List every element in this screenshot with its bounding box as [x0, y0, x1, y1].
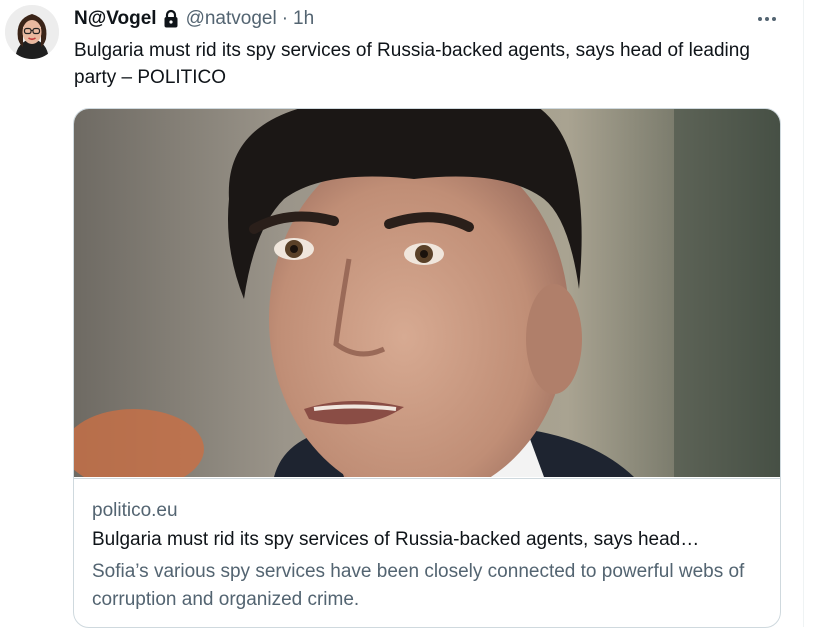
timeline-border	[803, 0, 804, 627]
display-name[interactable]: N@Vogel	[74, 8, 157, 30]
more-horizontal-icon	[758, 17, 762, 21]
more-dot	[765, 17, 769, 21]
timestamp[interactable]: 1h	[293, 8, 314, 30]
card-domain: politico.eu	[92, 500, 178, 521]
card-description: Sofia’s various spy services have been c…	[92, 561, 745, 610]
news-photo	[74, 109, 780, 477]
lock-icon	[162, 9, 180, 29]
link-preview-card[interactable]: politico.eu Bulgaria must rid its spy se…	[73, 108, 781, 628]
avatar[interactable]	[5, 5, 59, 59]
profile-photo	[5, 5, 59, 59]
card-title: Bulgaria must rid its spy services of Ru…	[92, 529, 700, 550]
more-dot	[772, 17, 776, 21]
separator-dot: ·	[281, 8, 289, 29]
tweet-text: Bulgaria must rid its spy services of Ru…	[74, 40, 750, 88]
tweet-header: N@Vogel @natvogel · 1h	[74, 6, 314, 32]
more-options-button[interactable]	[752, 6, 782, 32]
card-image[interactable]	[74, 109, 780, 477]
user-handle[interactable]: @natvogel	[186, 8, 277, 30]
card-body[interactable]: politico.eu Bulgaria must rid its spy se…	[74, 478, 780, 627]
